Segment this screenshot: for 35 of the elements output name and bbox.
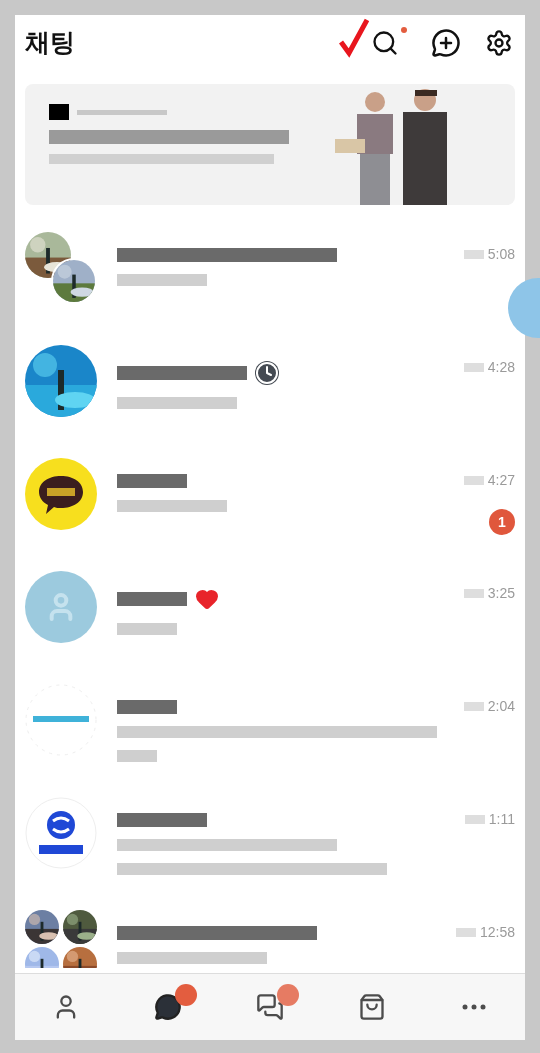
message-time: 12:58 <box>479 923 515 942</box>
checkmark-annotation <box>339 18 369 58</box>
unread-count: 1 <box>489 509 515 535</box>
heart-icon <box>195 587 219 611</box>
message-time: 4:28 <box>487 358 515 377</box>
chat-bubble-icon <box>154 993 182 1021</box>
brand-icon <box>49 104 69 120</box>
message-time: 3:25 <box>487 584 515 603</box>
ad-banner[interactable] <box>25 84 515 205</box>
redacted-text <box>117 700 177 714</box>
more-icon <box>462 1004 486 1010</box>
message-time: 2:04 <box>487 697 515 716</box>
message-time: 5:08 <box>487 245 515 264</box>
redacted-text <box>463 250 484 259</box>
notification-badge <box>175 983 197 1006</box>
notification-badge <box>277 983 299 1006</box>
redacted-text <box>117 750 157 762</box>
redacted-text <box>463 363 484 372</box>
redacted-text <box>464 815 485 824</box>
redacted-text <box>463 589 484 598</box>
chat-bubbles-icon <box>256 993 284 1021</box>
message-time: 4:27 <box>487 471 515 490</box>
shopping-bag-icon <box>358 993 386 1021</box>
redacted-text <box>117 623 177 635</box>
message-time: 1:11 <box>488 810 515 829</box>
new-chat-button[interactable] <box>431 28 461 58</box>
redacted-text <box>117 592 187 606</box>
redacted-text <box>117 474 187 488</box>
redacted-text <box>455 928 476 937</box>
redacted-text <box>463 476 484 485</box>
clock-icon <box>255 361 279 385</box>
settings-button[interactable] <box>485 29 513 57</box>
page-title: 채팅 <box>25 27 75 59</box>
search-button[interactable] <box>371 29 399 57</box>
redacted-text <box>463 702 484 711</box>
